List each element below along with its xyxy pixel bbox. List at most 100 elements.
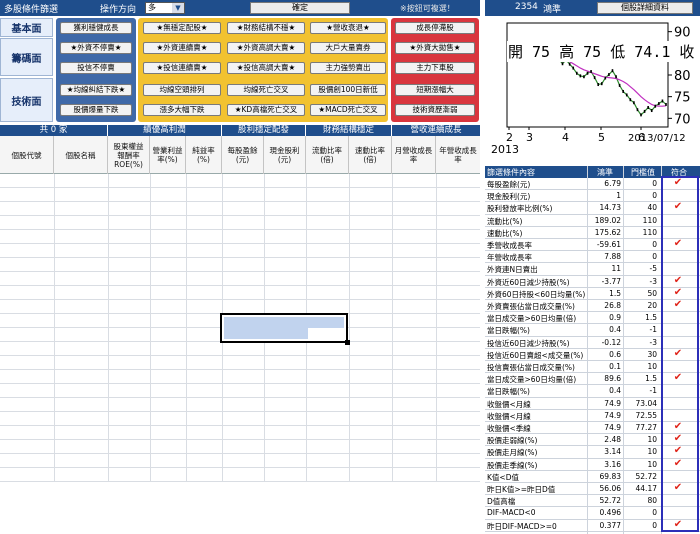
col-quick-ratio[interactable]: 速動比率(倍) [349,136,392,174]
cond-chip-2-button-4[interactable]: 主力強勢賣出 [310,62,386,74]
cond-chip-1-button-4[interactable]: 大戶大量賣券 [310,42,386,54]
cond-tech-2-button-5[interactable]: 技術資歷漸弱 [395,104,475,116]
criteria-row: 現金股利(元) 1 0 [485,190,700,203]
criteria-name: 投信近60日減少持股(%) [487,338,570,348]
criteria-value: 0.6 [609,349,621,359]
table-row[interactable] [0,370,480,384]
table-row[interactable] [0,272,480,286]
cond-tech-2-button-2[interactable]: 漲多大幅下跌 [143,104,221,116]
col-net-margin[interactable]: 純益率(%) [186,136,222,174]
cond-fundamental-button-5[interactable]: 成長停滯股 [395,22,475,34]
criteria-header-threshold: 門檻值 [631,168,655,177]
criteria-name: 季營收成長率 [487,241,532,250]
table-row[interactable] [0,300,480,314]
col-operating-margin[interactable]: 營業利益率(%) [150,136,186,174]
cond-fundamental-button-1[interactable]: 獲利穩健成長 [60,22,132,34]
date-label: 2013/07/12 [628,133,686,144]
table-row[interactable] [0,356,480,370]
col-stock-name[interactable]: 個股名稱 [54,136,108,174]
criteria-row: 收盤價<季線 74.9 77.27 ✔ [485,421,700,435]
criteria-check: ✔ [673,201,683,213]
table-row[interactable] [0,258,480,272]
criteria-row: 收盤價<月線 74.9 73.04 [485,398,700,410]
criteria-row: K值<D值 69.83 52.72 [485,471,700,483]
group-finance: 財務結構穩定 [306,125,392,136]
table-row[interactable] [0,468,480,482]
col-stock-code[interactable]: 個股代號 [0,136,54,174]
col-current-ratio[interactable]: 流動比率(倍) [306,136,349,174]
criteria-check: ✔ [673,347,683,359]
criteria-threshold: -3 [649,337,657,347]
col-cash-dividend[interactable]: 現金股利(元) [264,136,306,174]
cond-chip-2-button-1[interactable]: 投信不停賣 [60,62,132,74]
direction-select[interactable]: 多 ▼ [145,2,185,14]
criteria-value: 26.8 [604,301,621,310]
table-column-header: 個股代號 個股名稱 股東權益報酬率ROE(%) 營業利益率(%) 純益率(%) … [0,136,480,174]
criteria-name: 當日跌幅(%) [487,387,530,397]
table-row[interactable] [0,412,480,426]
section-technical: 技術面 [0,78,53,122]
col-monthly-growth[interactable]: 月營收成長率 [392,136,436,174]
criteria-row: 投信近60日賣超<成交量(%) 0.6 30 ✔ [485,347,700,361]
table-row[interactable] [0,202,480,216]
table-row[interactable] [0,244,480,258]
cond-fundamental-button-3[interactable]: ★財務結構不穩★ [227,22,305,34]
table-row[interactable] [0,384,480,398]
table-row[interactable] [0,230,480,244]
criteria-threshold: -3 [649,276,657,286]
cond-fundamental-button-2[interactable]: ★無穩定配股★ [143,22,221,34]
cond-tech-1-button-2[interactable]: 均線空頭排列 [143,84,221,96]
table-row[interactable] [0,188,480,202]
col-eps[interactable]: 每股盈餘(元) [222,136,264,174]
grid-line [349,174,350,482]
criteria-threshold: 30 [647,349,657,359]
cond-chip-1-button-1[interactable]: ★外資不停賣★ [60,42,132,54]
criteria-threshold: 0 [652,252,657,262]
criteria-row: 昨日DIF-MACD>=0 0.377 0 ✔ [485,519,700,532]
cond-tech-1-button-4[interactable]: 股價創100日新低 [310,84,386,96]
cond-tech-1-button-3[interactable]: 均線死亡交叉 [227,84,305,96]
table-row[interactable] [0,174,480,188]
criteria-name: 股價走季線(%) [487,460,538,470]
cond-tech-1-button-5[interactable]: 短期漲幅大 [395,84,475,96]
criteria-threshold: 10 [647,459,657,469]
table-row[interactable] [0,286,480,300]
confirm-button[interactable]: 確定 [250,2,350,14]
cond-tech-1-button-1[interactable]: ★均線糾結下跌★ [60,84,132,96]
criteria-value: 1.5 [609,288,621,298]
criteria-value: 3.16 [604,459,621,469]
section-fundamental: 基本面 [0,18,53,37]
criteria-check: ✔ [673,457,683,469]
cell-selection[interactable] [220,313,350,345]
table-row[interactable] [0,426,480,440]
cond-chip-1-button-5[interactable]: ★外資大拋售★ [395,42,475,54]
table-row[interactable] [0,216,480,230]
cond-chip-2-button-2[interactable]: ★投信連續賣★ [143,62,221,74]
cond-tech-2-button-1[interactable]: 股價爆量下跌 [60,104,132,116]
criteria-name: 當日跌幅(%) [487,326,530,336]
criteria-threshold: 10 [647,447,657,457]
criteria-name: 收盤價<季線 [487,424,531,433]
table-row[interactable] [0,440,480,454]
col-annual-growth[interactable]: 年營收成長率 [436,136,480,174]
cond-tech-2-button-3[interactable]: ★KD高檔死亡交叉 [227,104,305,116]
cond-chip-2-button-3[interactable]: ★投信高調大賣★ [227,62,305,74]
criteria-row: 股價走月線(%) 3.14 10 ✔ [485,445,700,459]
stock-detail-button[interactable]: 個股詳細資料 [597,2,693,14]
criteria-row: 當日成交量>60日均量(倍) 0.9 1.5 [485,312,700,325]
cond-chip-1-button-3[interactable]: ★外資高調大賣★ [227,42,305,54]
table-row[interactable] [0,454,480,468]
criteria-threshold: 0 [652,520,657,530]
y-tick-label: 70 [674,112,691,127]
table-row[interactable] [0,342,480,356]
cond-fundamental-button-4[interactable]: ★營收衰退★ [310,22,386,34]
cond-chip-2-button-5[interactable]: 主力下車股 [395,62,475,74]
col-roe[interactable]: 股東權益報酬率ROE(%) [108,136,150,174]
table-row[interactable] [0,398,480,412]
criteria-name: D值高檔 [487,497,516,507]
criteria-check: ✔ [673,445,683,457]
criteria-row: 當日成交量>60日均量(倍) 89.6 1.5 ✔ [485,372,700,386]
fill-handle[interactable] [345,340,350,345]
cond-chip-1-button-2[interactable]: ★外資連續賣★ [143,42,221,54]
cond-tech-2-button-4[interactable]: ★MACD死亡交叉 [310,104,386,116]
